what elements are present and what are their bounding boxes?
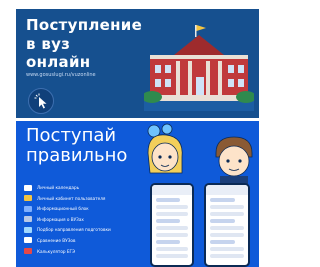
feature-label: Сравнение ВУЗов	[37, 237, 76, 243]
banner-top-title-line-2: в вуз	[26, 35, 71, 53]
feature-item-calendar[interactable]: Личный календарь	[24, 183, 154, 192]
feature-list: Личный календарь Личный кабинет пользова…	[24, 183, 154, 257]
feature-label: Информационный блок	[37, 206, 89, 212]
calendar-icon	[24, 184, 32, 191]
cursor-click-icon	[34, 93, 47, 109]
banner-top-title-line-3: онлайн	[26, 53, 91, 71]
university-building-icon	[144, 25, 254, 111]
phone-mockup-right	[204, 183, 250, 267]
info-icon	[24, 205, 32, 212]
direction-icon	[24, 226, 32, 233]
banner-bottom[interactable]: Поступай правильно Личный календарь Личн…	[16, 121, 259, 267]
feature-item-info[interactable]: Информационный блок	[24, 204, 154, 213]
feature-label: Калькулятор ЕГЭ	[37, 248, 76, 254]
banner-top-title-line-1: Поступление	[26, 16, 143, 34]
banner-bottom-title-line-1: Поступай	[26, 125, 117, 146]
feature-item-compare[interactable]: Сравнение ВУЗов	[24, 236, 154, 245]
university-icon	[24, 216, 32, 223]
feature-label: Подбор направления подготовки	[37, 227, 111, 233]
banner-top[interactable]: Поступление в вуз онлайн www.gosuslugi.r…	[16, 9, 259, 118]
feature-item-account[interactable]: Личный кабинет пользователя	[24, 194, 154, 203]
feature-item-universities[interactable]: Информация о ВУЗах	[24, 215, 154, 224]
banner-bottom-title-line-2: правильно	[26, 145, 128, 166]
feature-label: Информация о ВУЗах	[37, 216, 84, 222]
user-icon	[24, 195, 32, 202]
banner-top-url[interactable]: www.gosuslugi.ru/vuzonline	[26, 72, 96, 78]
feature-item-direction[interactable]: Подбор направления подготовки	[24, 225, 154, 234]
feature-label: Личный календарь	[37, 185, 80, 190]
calculator-icon	[24, 248, 32, 255]
feature-item-calculator[interactable]: Калькулятор ЕГЭ	[24, 247, 154, 256]
compare-icon	[24, 237, 32, 244]
cursor-click-button[interactable]	[28, 88, 54, 114]
feature-label: Личный кабинет пользователя	[37, 195, 106, 201]
phone-mockup-left	[150, 183, 194, 267]
